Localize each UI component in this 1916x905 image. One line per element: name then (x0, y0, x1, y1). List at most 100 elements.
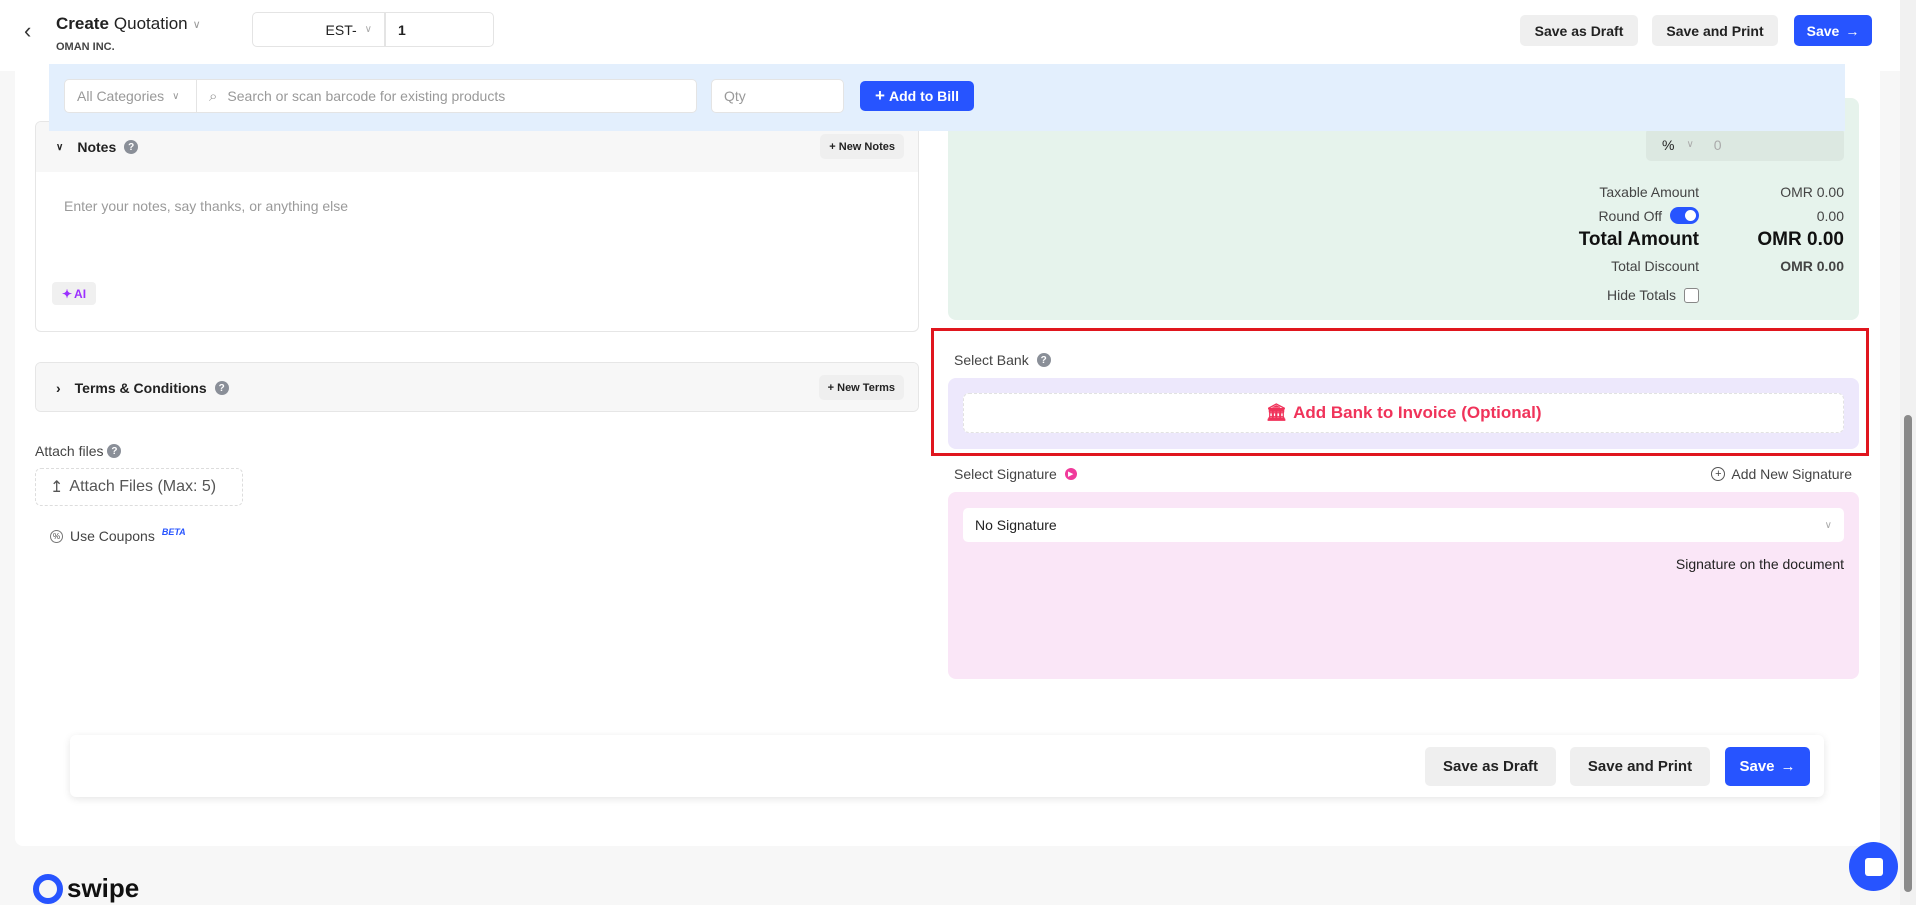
product-search-bar: All Categories ∨ ⌕ Search or scan barcode … (49, 64, 1845, 131)
total-value: OMR 0.00 (1757, 229, 1844, 250)
swipe-logo-text: swipe (67, 873, 140, 903)
plus-circle-icon: + (1711, 467, 1726, 481)
bank-icon: 🏛 (1265, 403, 1288, 422)
title-doc-type: Quotation (113, 14, 188, 33)
notes-section: ∨ Notes? + New Notes Enter your notes, s… (35, 121, 919, 332)
prefix-value: EST- (325, 21, 357, 38)
total-label: Total Amount (1578, 229, 1699, 250)
chevron-down-icon: ∨ (364, 24, 372, 35)
save-button[interactable]: Save → (1794, 15, 1872, 46)
round-off-label: Round Off (1598, 207, 1662, 224)
add-bank-button[interactable]: 🏛 Add Bank to Invoice (Optional) (963, 393, 1844, 433)
select-bank-text: Select Bank (954, 352, 1029, 368)
signature-selected: No Signature (975, 517, 1057, 533)
attach-button-label: Attach Files (Max: 5) (69, 478, 217, 495)
footer-save-label: Save (1739, 758, 1775, 775)
signature-note: Signature on the document (1675, 556, 1844, 572)
ai-button[interactable]: ✦ AI (52, 282, 96, 305)
save-draft-button[interactable]: Save as Draft (1520, 15, 1638, 46)
taxable-label: Taxable Amount (1599, 184, 1699, 200)
attach-files-label: Attach files? (35, 443, 122, 459)
add-to-bill-label: Add to Bill (888, 88, 959, 104)
total-row: Total Amount OMR 0.00 (1444, 229, 1844, 251)
add-bank-label: Add Bank to Invoice (Optional) (1293, 403, 1542, 422)
footer-save-button[interactable]: Save → (1725, 747, 1810, 786)
attach-label-text: Attach files (35, 443, 104, 459)
play-icon[interactable]: ▶ (1064, 468, 1077, 480)
document-type-select[interactable]: Create Quotation ∨ (56, 14, 201, 34)
swipe-logo: swipe (33, 873, 139, 904)
coupons-label: Use Coupons (70, 528, 155, 544)
chevron-down-icon: ∨ (192, 18, 201, 31)
help-icon: ? (214, 381, 229, 395)
select-signature-text: Select Signature (954, 466, 1057, 482)
notes-title: Notes (77, 139, 117, 155)
help-icon: ? (1036, 353, 1051, 367)
attach-files-button[interactable]: ↥ Attach Files (Max: 5) (35, 468, 243, 506)
hide-totals-row: Hide Totals (1299, 287, 1699, 303)
select-signature-label: Select Signature ▶ (954, 466, 1077, 482)
category-value: All Categories (77, 88, 165, 104)
chevron-down-icon: ∨ (56, 141, 64, 153)
help-icon: ? (107, 444, 122, 458)
chevron-down-icon: ∨ (1824, 519, 1832, 531)
round-off-value: 0.00 (1816, 207, 1844, 224)
coupon-icon: % (50, 529, 63, 543)
upload-icon: ↥ (50, 479, 64, 496)
round-off-row: Round Off 0.00 (1444, 207, 1844, 224)
use-coupons-link[interactable]: % Use Coupons BETA (50, 527, 186, 544)
category-select[interactable]: All Categories ∨ (64, 79, 197, 113)
terms-header[interactable]: › Terms & Conditions? + New Terms (36, 363, 918, 411)
title-create: Create (56, 14, 109, 33)
discount-input[interactable]: % ∨ 0 (1646, 128, 1844, 161)
chevron-down-icon: ∨ (172, 90, 180, 102)
chevron-right-icon: › (56, 380, 61, 396)
arrow-right-icon: → (1845, 22, 1860, 39)
qty-input[interactable]: Qty (711, 79, 844, 113)
plus-icon: + (829, 140, 839, 153)
arrow-right-icon: → (1780, 758, 1796, 775)
new-notes-button[interactable]: + New Notes (820, 134, 904, 159)
ai-label: AI (74, 286, 87, 301)
search-placeholder: Search or scan barcode for existing prod… (227, 88, 506, 104)
scrollbar[interactable] (1900, 0, 1916, 905)
signature-panel: No Signature ∨ Signature on the document (948, 492, 1859, 679)
prefix-select[interactable]: EST- ∨ (252, 12, 385, 47)
signature-select[interactable]: No Signature ∨ (963, 508, 1844, 542)
taxable-row: Taxable Amount OMR 0.00 (1444, 184, 1844, 200)
taxable-value: OMR 0.00 (1780, 184, 1844, 200)
select-bank-label: Select Bank? (954, 352, 1051, 368)
total-discount-value: OMR 0.00 (1780, 258, 1844, 274)
plus-icon: + (875, 86, 885, 105)
search-icon: ⌕ (209, 87, 218, 105)
chat-button[interactable] (1849, 842, 1898, 891)
footer-save-print-button[interactable]: Save and Print (1570, 747, 1710, 786)
scrollbar-thumb[interactable] (1904, 415, 1912, 892)
hide-totals-checkbox[interactable] (1684, 287, 1699, 303)
save-print-button[interactable]: Save and Print (1652, 15, 1778, 46)
new-terms-label: New Terms (837, 381, 895, 394)
chat-icon (1864, 857, 1883, 876)
add-signature-button[interactable]: + Add New Signature (1711, 466, 1852, 482)
new-terms-button[interactable]: + New Terms (818, 375, 904, 400)
header: ‹ Create Quotation ∨ OMAN INC. EST- ∨ 1 S… (0, 0, 1900, 71)
back-chevron-left-icon[interactable]: ‹ (24, 18, 31, 44)
hide-totals-label: Hide Totals (1606, 287, 1676, 303)
discount-value: 0 (1713, 136, 1722, 153)
terms-title: Terms & Conditions (74, 380, 207, 396)
round-off-toggle[interactable] (1670, 207, 1699, 224)
add-to-bill-button[interactable]: + Add to Bill (860, 81, 974, 111)
total-discount-label: Total Discount (1611, 258, 1699, 274)
document-number-input[interactable]: 1 (385, 12, 494, 47)
totals-panel: % ∨ 0 Taxable Amount OMR 0.00 Round Off 0.00… (948, 98, 1859, 320)
company-name: OMAN INC. (56, 41, 115, 53)
bottom-action-bar: Save as Draft Save and Print Save → (70, 735, 1824, 797)
save-label: Save (1806, 22, 1840, 39)
footer-save-draft-button[interactable]: Save as Draft (1425, 747, 1556, 786)
product-search-input[interactable]: ⌕ Search or scan barcode for existing pro… (196, 79, 697, 113)
notes-textarea[interactable]: Enter your notes, say thanks, or anythin… (64, 198, 348, 214)
chevron-down-icon: ∨ (1686, 139, 1694, 150)
add-signature-label: Add New Signature (1731, 466, 1852, 482)
plus-icon: + (827, 381, 838, 394)
new-notes-label: New Notes (838, 140, 895, 153)
